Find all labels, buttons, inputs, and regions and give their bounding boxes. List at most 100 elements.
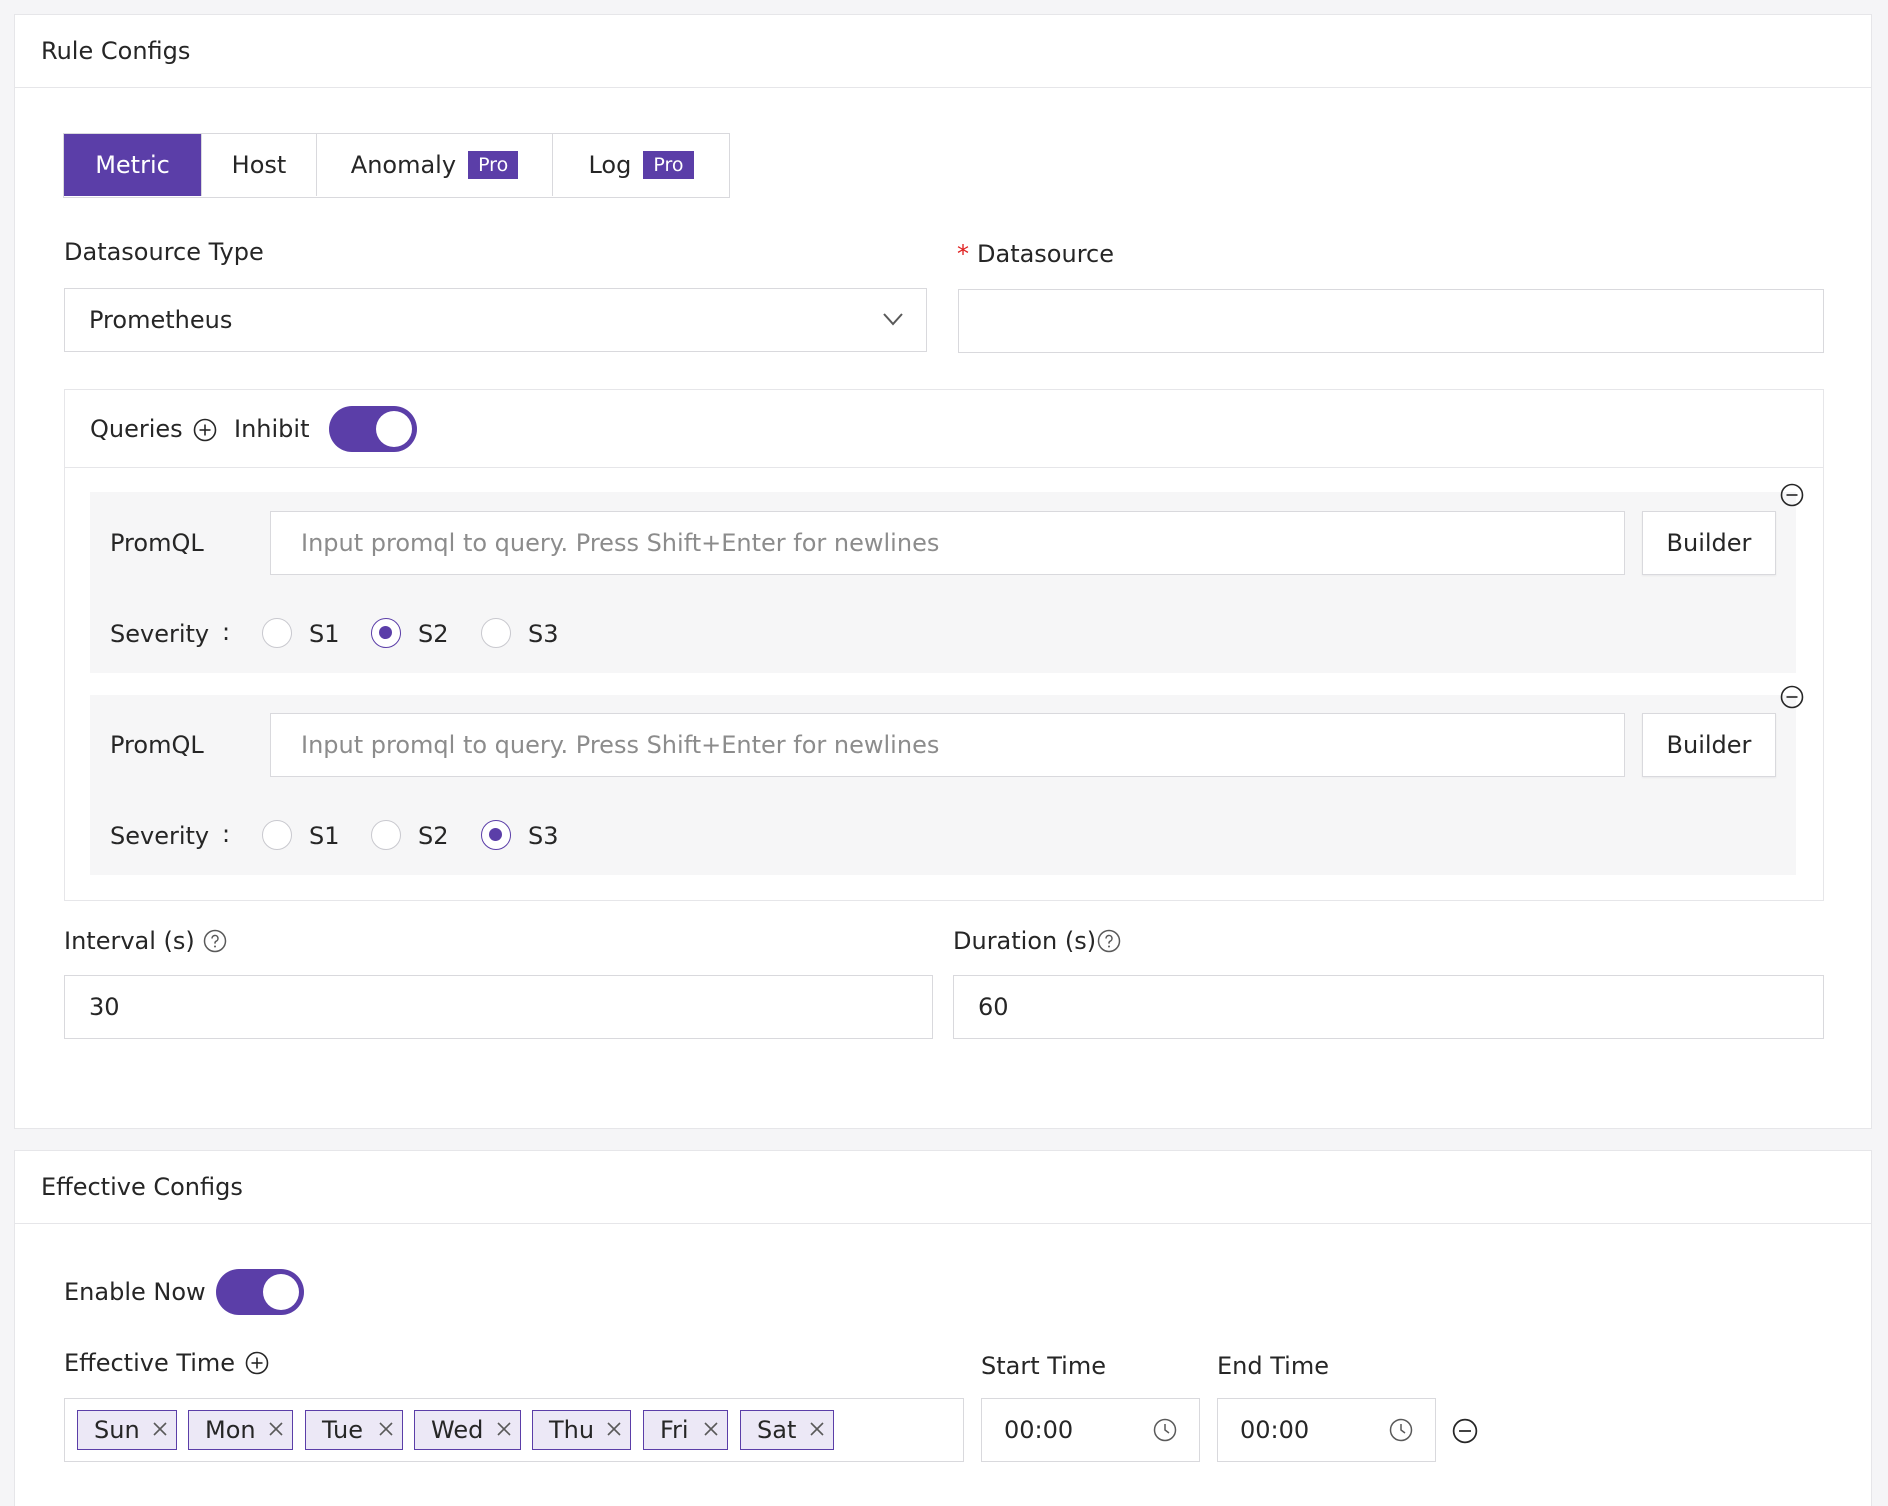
day-tag-label: Fri bbox=[660, 1416, 689, 1444]
inhibit-label: Inhibit bbox=[234, 415, 310, 443]
tab-host[interactable]: Host bbox=[202, 134, 317, 196]
queries-label: Queries bbox=[90, 415, 183, 443]
promql-input[interactable]: Input promql to query. Press Shift+Enter… bbox=[270, 511, 1625, 575]
help-icon[interactable] bbox=[203, 929, 227, 953]
interval-label: Interval (s) bbox=[64, 927, 195, 955]
day-tag-label: Mon bbox=[205, 1416, 256, 1444]
close-icon[interactable] bbox=[809, 1421, 825, 1437]
tab-host-label: Host bbox=[231, 151, 287, 179]
chevron-down-icon bbox=[883, 313, 903, 326]
day-tag-wed: Wed bbox=[414, 1410, 521, 1450]
day-tag-tue: Tue bbox=[305, 1410, 403, 1450]
pro-badge: Pro bbox=[643, 151, 694, 179]
datasource-type-label: Datasource Type bbox=[64, 238, 264, 266]
datasource-type-value: Prometheus bbox=[89, 306, 233, 334]
close-icon[interactable] bbox=[606, 1421, 622, 1437]
inhibit-toggle[interactable] bbox=[329, 406, 417, 452]
start-time-label: Start Time bbox=[981, 1352, 1106, 1380]
toggle-knob bbox=[376, 411, 412, 447]
severity-option-label: S1 bbox=[309, 822, 340, 850]
close-icon[interactable] bbox=[378, 1421, 394, 1437]
rule-type-tabs: Metric Host Anomaly Pro Log Pro bbox=[63, 133, 730, 198]
duration-value: 60 bbox=[978, 993, 1009, 1021]
end-time-label: End Time bbox=[1217, 1352, 1329, 1380]
severity-option-label: S3 bbox=[528, 822, 559, 850]
severity-s3-radio[interactable] bbox=[481, 618, 511, 648]
promql-placeholder: Input promql to query. Press Shift+Enter… bbox=[301, 529, 940, 557]
queries-header-divider bbox=[65, 467, 1823, 468]
datasource-label-text: Datasource bbox=[977, 240, 1115, 268]
day-tag-label: Sat bbox=[757, 1416, 797, 1444]
remove-query-icon[interactable] bbox=[1780, 483, 1804, 507]
severity-option-label: S3 bbox=[528, 620, 559, 648]
severity-s1-radio[interactable] bbox=[262, 618, 292, 648]
tab-log[interactable]: Log Pro bbox=[553, 134, 729, 196]
close-icon[interactable] bbox=[703, 1421, 719, 1437]
end-time-picker[interactable]: 00:00 bbox=[1217, 1398, 1436, 1462]
close-icon[interactable] bbox=[496, 1421, 512, 1437]
enable-now-label: Enable Now bbox=[64, 1278, 206, 1306]
day-tag-thu: Thu bbox=[532, 1410, 631, 1450]
day-tag-fri: Fri bbox=[643, 1410, 728, 1450]
promql-label: PromQL bbox=[110, 529, 204, 557]
promql-placeholder: Input promql to query. Press Shift+Enter… bbox=[301, 731, 940, 759]
severity-colon: : bbox=[222, 618, 231, 646]
help-icon[interactable] bbox=[1097, 929, 1121, 953]
tab-metric[interactable]: Metric bbox=[64, 134, 202, 196]
severity-option-label: S2 bbox=[418, 620, 449, 648]
severity-option-label: S2 bbox=[418, 822, 449, 850]
severity-colon: : bbox=[222, 820, 231, 848]
day-tag-label: Thu bbox=[549, 1416, 595, 1444]
add-query-icon[interactable] bbox=[193, 418, 217, 442]
duration-input[interactable]: 60 bbox=[953, 975, 1824, 1039]
rule-configs-title: Rule Configs bbox=[41, 37, 191, 65]
add-time-icon[interactable] bbox=[245, 1351, 269, 1375]
day-tag-label: Wed bbox=[431, 1416, 484, 1444]
builder-button-label: Builder bbox=[1666, 731, 1752, 759]
severity-s2-radio[interactable] bbox=[371, 820, 401, 850]
end-time-value: 00:00 bbox=[1240, 1416, 1310, 1444]
rule-configs-header: Rule Configs bbox=[15, 15, 1871, 88]
builder-button[interactable]: Builder bbox=[1642, 713, 1776, 777]
promql-label: PromQL bbox=[110, 731, 204, 759]
clock-icon bbox=[1389, 1418, 1413, 1442]
severity-s3-radio[interactable] bbox=[481, 820, 511, 850]
builder-button-label: Builder bbox=[1666, 529, 1752, 557]
tab-metric-label: Metric bbox=[95, 151, 170, 179]
toggle-knob bbox=[263, 1274, 299, 1310]
severity-s1-radio[interactable] bbox=[262, 820, 292, 850]
promql-input[interactable]: Input promql to query. Press Shift+Enter… bbox=[270, 713, 1625, 777]
tab-log-label: Log bbox=[588, 151, 632, 179]
day-tag-sun: Sun bbox=[77, 1410, 177, 1450]
severity-label: Severity bbox=[110, 822, 210, 850]
day-tag-sat: Sat bbox=[740, 1410, 834, 1450]
pro-badge: Pro bbox=[468, 151, 519, 179]
tab-anomaly[interactable]: Anomaly Pro bbox=[317, 134, 553, 196]
datasource-label: * Datasource bbox=[957, 240, 1114, 268]
clock-icon bbox=[1153, 1418, 1177, 1442]
duration-label: Duration (s) bbox=[953, 927, 1097, 955]
builder-button[interactable]: Builder bbox=[1642, 511, 1776, 575]
day-tag-mon: Mon bbox=[188, 1410, 293, 1450]
day-tag-label: Sun bbox=[94, 1416, 140, 1444]
interval-value: 30 bbox=[89, 993, 120, 1021]
severity-label: Severity bbox=[110, 620, 210, 648]
start-time-value: 00:00 bbox=[1004, 1416, 1074, 1444]
severity-option-label: S1 bbox=[309, 620, 340, 648]
severity-s2-radio[interactable] bbox=[371, 618, 401, 648]
remove-time-icon[interactable] bbox=[1452, 1418, 1478, 1444]
enable-now-toggle[interactable] bbox=[216, 1269, 304, 1315]
start-time-picker[interactable]: 00:00 bbox=[981, 1398, 1200, 1462]
close-icon[interactable] bbox=[152, 1421, 168, 1437]
required-mark: * bbox=[957, 240, 969, 268]
day-tag-label: Tue bbox=[322, 1416, 363, 1444]
datasource-select[interactable] bbox=[958, 289, 1824, 353]
effective-configs-header: Effective Configs bbox=[15, 1151, 1871, 1224]
effective-configs-title: Effective Configs bbox=[41, 1173, 243, 1201]
interval-input[interactable]: 30 bbox=[64, 975, 933, 1039]
effective-time-label: Effective Time bbox=[64, 1349, 236, 1377]
close-icon[interactable] bbox=[268, 1421, 284, 1437]
datasource-type-select[interactable]: Prometheus bbox=[64, 288, 927, 352]
remove-query-icon[interactable] bbox=[1780, 685, 1804, 709]
tab-anomaly-label: Anomaly bbox=[350, 151, 457, 179]
